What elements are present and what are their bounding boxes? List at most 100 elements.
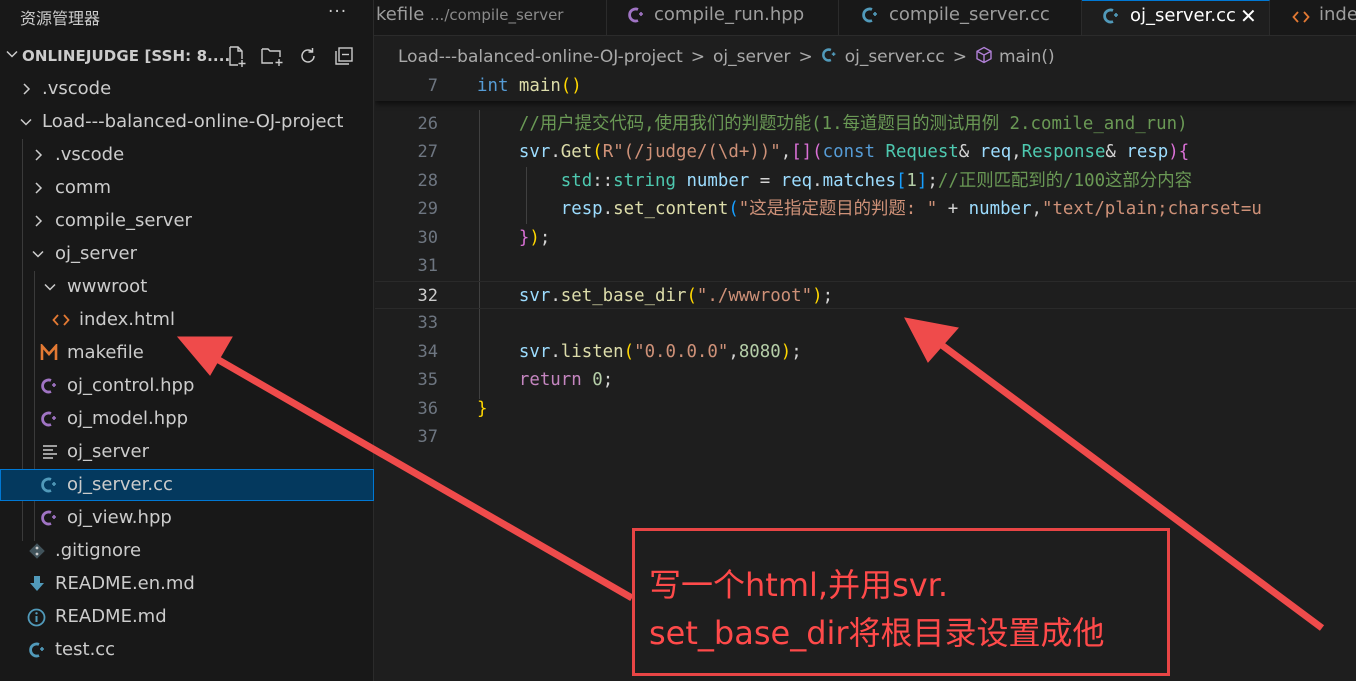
tree-item-index-html[interactable]: index.html <box>0 304 374 337</box>
tab-label: compile_server.cc <box>889 4 1050 25</box>
annotation-line: set_base_dir将根目录设置成他 <box>649 614 1105 652</box>
tree-item-vscode[interactable]: .vscode <box>0 139 374 172</box>
tree-item-label: README.en.md <box>55 573 195 594</box>
explorer-sidebar: 资源管理器 ··· ONLINEJUDGE [SSH: 8.... .vscod… <box>0 0 374 681</box>
identifier: number <box>968 199 1032 219</box>
tree-item-makefile[interactable]: makefile <box>0 337 374 370</box>
cpp-header-icon <box>627 5 647 29</box>
annotation-text: 写一个html,并用svr. set_base_dir将根目录设置成他 <box>649 561 1105 657</box>
code-line: 28 std::string number = req.matches[1];/… <box>375 167 1356 195</box>
line-number: 35 <box>417 370 438 390</box>
string-literal: "0.0.0.0" <box>634 342 729 362</box>
cpp-header-icon <box>40 376 60 400</box>
comment: //用户提交代码,使用我们的判题功能(1.每道题目的测试用例 2.comile_… <box>518 114 1188 134</box>
html-file-icon <box>52 312 70 332</box>
tree-item-readme[interactable]: README.md <box>0 601 374 634</box>
code-text: resp.set_content("这是指定题目的判题: " + number,… <box>560 199 1262 219</box>
tree-item-label: oj_server.cc <box>67 474 173 495</box>
code-line: 33 <box>375 309 1356 337</box>
tree-item-label: oj_control.hpp <box>67 375 195 396</box>
tree-item-label: README.md <box>55 606 167 627</box>
code-line: 34 svr.listen("0.0.0.0",8080); <box>375 338 1356 366</box>
code-line: 27 svr.Get(R"(/judge/(\d+))",[](const Re… <box>375 138 1356 166</box>
close-icon[interactable]: ✕ <box>1240 4 1257 28</box>
tree-item-compile-server[interactable]: compile_server <box>0 205 374 238</box>
tab-compile-run[interactable]: compile_run.hpp <box>607 0 839 35</box>
tab-compile-server[interactable]: compile_server.cc <box>839 0 1082 35</box>
function-name: Get <box>560 142 593 162</box>
tree-item-gitignore[interactable]: .gitignore <box>0 535 374 568</box>
line-number: 37 <box>417 427 438 447</box>
chevron-right-icon <box>32 147 46 167</box>
tab-index-html[interactable]: inde <box>1270 0 1356 35</box>
tree-item-oj-server-cc[interactable]: oj_server.cc <box>0 469 374 501</box>
new-folder-icon[interactable] <box>257 44 287 68</box>
new-file-icon[interactable] <box>221 44 251 68</box>
number-literal: 8080 <box>738 342 781 362</box>
code-line: 29 resp.set_content("这是指定题目的判题: " + numb… <box>375 195 1356 223</box>
breadcrumb-separator-icon: > <box>798 47 813 67</box>
line-number: 31 <box>417 256 438 276</box>
code-line: 31 <box>375 252 1356 280</box>
string-literal: "这是指定题目的判题: " <box>738 199 938 219</box>
tree-item-label: oj_server <box>67 441 149 462</box>
tree-item-wwwroot[interactable]: wwwroot <box>0 271 374 304</box>
tree-item-oj-server-folder[interactable]: oj_server <box>0 238 374 271</box>
cpp-file-icon <box>40 475 60 499</box>
sticky-scroll-header[interactable]: 7 int main() <box>375 72 1356 101</box>
identifier: svr <box>518 142 551 162</box>
type-name: string <box>613 171 676 191</box>
breadcrumb-item[interactable]: Load---balanced-online-OJ-project <box>398 47 683 67</box>
breadcrumb-separator-icon: > <box>952 47 967 67</box>
tree-item-oj-server-binary[interactable]: oj_server <box>0 436 374 469</box>
chevron-down-icon <box>18 114 34 134</box>
identifier: svr <box>518 342 551 362</box>
tree-item-oj-model[interactable]: oj_model.hpp <box>0 403 374 436</box>
tree-item-label: test.cc <box>55 639 116 660</box>
tree-item-label: .gitignore <box>55 540 142 561</box>
tree-item-label: compile_server <box>55 210 192 231</box>
tree-item-label: oj_model.hpp <box>67 408 189 429</box>
function-name: set_base_dir <box>560 286 687 306</box>
identifier: req <box>979 142 1012 162</box>
code-line: 35 return 0; <box>375 366 1356 394</box>
tree-item-project-folder[interactable]: Load---balanced-online-OJ-project <box>0 106 374 139</box>
cpp-file-icon <box>861 5 881 29</box>
keyword: const <box>822 142 875 162</box>
breadcrumb-item[interactable]: oj_server <box>713 47 790 67</box>
text-file-icon <box>42 444 58 464</box>
tree-item-oj-view[interactable]: oj_view.hpp <box>0 502 374 535</box>
identifier: number <box>686 171 750 191</box>
breadcrumb-item[interactable]: oj_server.cc <box>821 46 945 69</box>
code-line: 26 //用户提交代码,使用我们的判题功能(1.每道题目的测试用例 2.comi… <box>375 110 1356 138</box>
tab-makefile[interactable]: kefile .../compile_server <box>374 0 607 35</box>
tree-item-vscode-root[interactable]: .vscode <box>0 73 374 106</box>
cpp-file-icon <box>28 640 48 664</box>
tab-description: .../compile_server <box>430 6 564 24</box>
code-line: 30 }); <box>375 224 1356 252</box>
code-text: }); <box>518 228 551 248</box>
tree-item-label: comm <box>55 177 111 198</box>
bracket: () <box>560 76 582 96</box>
tab-oj-server-cc[interactable]: oj_server.cc ✕ <box>1082 0 1270 35</box>
line-number: 36 <box>417 399 438 419</box>
line-number: 33 <box>417 313 438 333</box>
tree-item-oj-control[interactable]: oj_control.hpp <box>0 370 374 403</box>
number-literal: 1 <box>906 171 917 191</box>
tree-item-test-cc[interactable]: test.cc <box>0 634 374 667</box>
breadcrumb-label: oj_server <box>713 47 791 67</box>
breadcrumb-label: Load---balanced-online-OJ-project <box>398 47 683 67</box>
tree-item-readme-en[interactable]: README.en.md <box>0 568 374 601</box>
workspace-header[interactable]: ONLINEJUDGE [SSH: 8.... <box>0 40 374 73</box>
tree-item-comm[interactable]: comm <box>0 172 374 205</box>
breadcrumb-item[interactable]: main() <box>975 46 1055 69</box>
line-number: 29 <box>417 199 438 219</box>
tab-label: inde <box>1319 4 1356 25</box>
identifier: req <box>780 171 813 191</box>
function-name: set_content <box>613 199 729 219</box>
chevron-down-icon <box>4 46 20 66</box>
refresh-icon[interactable] <box>293 44 323 68</box>
tree-item-label: oj_server <box>55 243 137 264</box>
collapse-all-icon[interactable] <box>329 44 359 68</box>
more-actions-icon[interactable]: ··· <box>328 2 347 22</box>
